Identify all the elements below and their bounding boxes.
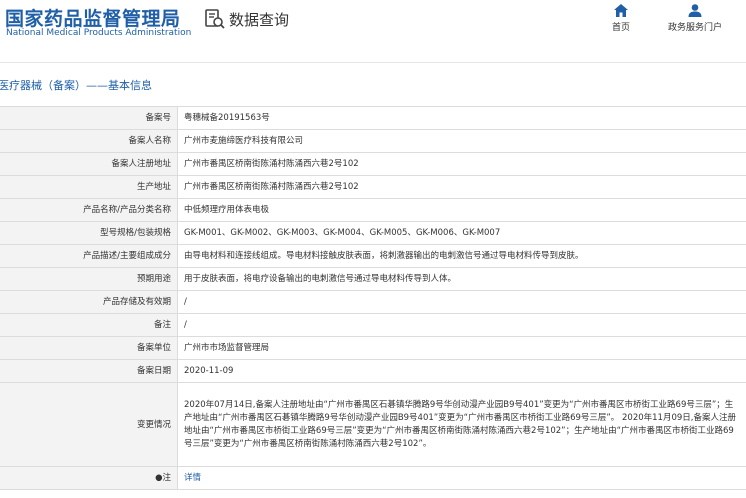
intended-use-value: 用于皮肤表面，将电疗设备输出的电刺激信号通过导电材料传导到人体。: [177, 267, 746, 291]
site-header: 国家药品监督管理局 National Medical Products Admi…: [0, 0, 746, 48]
row-label: 备案人注册地址: [0, 152, 178, 176]
breadcrumb: 医疗器械（备案）——基本信息: [0, 79, 152, 92]
section-title-group: 数据查询: [204, 8, 289, 30]
table-row: 备案人注册地址 广州市番禺区桥南街陈涌村陈涌西六巷2号102: [0, 152, 746, 176]
user-icon: [688, 4, 702, 17]
product-description-value: 由导电材料和连接线组成。导电材料接触皮肤表面，将刺激器输出的电刺激信号通过导电材…: [177, 244, 746, 268]
table-row: 型号规格/包装规格 GK-M001、GK-M002、GK-M003、GK-M00…: [0, 221, 746, 245]
data-query-icon: [205, 9, 225, 29]
table-row: 备注 /: [0, 313, 746, 337]
table-row: 备案号 粤穗械备20191563号: [0, 106, 746, 130]
details-link[interactable]: 详情: [184, 473, 201, 483]
production-address-value: 广州市番禺区桥南街陈涌村陈涌西六巷2号102: [177, 175, 746, 199]
row-label: ●注: [0, 466, 178, 490]
nav-home-label: 首页: [612, 23, 631, 33]
nav-service-portal[interactable]: 政务服务门户: [668, 4, 722, 33]
table-row: ●注 详情: [0, 466, 746, 490]
table-row: 产品名称/产品分类名称 中低频理疗用体表电极: [0, 198, 746, 222]
record-number-value: 粤穗械备20191563号: [177, 106, 746, 130]
table-row: 变更情况 2020年07月14日,备案人注册地址由“广州市番禺区石碁镇华腾路9号…: [0, 382, 746, 467]
nav-home[interactable]: 首页: [612, 4, 630, 33]
registrant-address-value: 广州市番禺区桥南街陈涌村陈涌西六巷2号102: [177, 152, 746, 176]
brand-name-en[interactable]: National Medical Products Administration: [6, 28, 191, 38]
filing-authority-value: 广州市市场监督管理局: [177, 336, 746, 360]
row-label: 备案日期: [0, 359, 178, 383]
table-row: 备案人名称 广州市麦施缔医疗科技有限公司: [0, 129, 746, 153]
table-row: 备案日期 2020-11-09: [0, 359, 746, 383]
storage-validity-value: /: [177, 290, 746, 314]
row-label: 产品描述/主要组成成分: [0, 244, 178, 268]
filing-date-value: 2020-11-09: [177, 359, 746, 383]
change-history-value: 2020年07月14日,备案人注册地址由“广州市番禺区石碁镇华腾路9号华创动漫产…: [177, 382, 746, 467]
table-row: 产品描述/主要组成成分 由导电材料和连接线组成。导电材料接触皮肤表面，将刺激器输…: [0, 244, 746, 268]
row-label: 产品存储及有效期: [0, 290, 178, 314]
table-row: 生产地址 广州市番禺区桥南街陈涌村陈涌西六巷2号102: [0, 175, 746, 199]
note-label: 注: [162, 473, 171, 483]
section-title: 数据查询: [229, 10, 290, 29]
row-label: 产品名称/产品分类名称: [0, 198, 178, 222]
home-icon: [614, 4, 628, 17]
remarks-value: /: [177, 313, 746, 337]
row-label: 备注: [0, 313, 178, 337]
table-row: 预期用途 用于皮肤表面，将电疗设备输出的电刺激信号通过导电材料传导到人体。: [0, 267, 746, 291]
brand-name-cn[interactable]: 国家药品监督管理局: [5, 4, 181, 31]
row-label: 生产地址: [0, 175, 178, 199]
details-cell: 详情: [177, 466, 746, 490]
breadcrumb-bar: 医疗器械（备案）——基本信息: [0, 62, 746, 107]
nav-portal-label: 政务服务门户: [668, 23, 723, 33]
row-label: 备案人名称: [0, 129, 178, 153]
row-label: 型号规格/包装规格: [0, 221, 178, 245]
registrant-name-value: 广州市麦施缔医疗科技有限公司: [177, 129, 746, 153]
table-row: 备案单位 广州市市场监督管理局: [0, 336, 746, 360]
row-label: 备案单位: [0, 336, 178, 360]
row-label: 变更情况: [0, 382, 178, 467]
model-spec-value: GK-M001、GK-M002、GK-M003、GK-M004、GK-M005、…: [177, 221, 746, 245]
row-label: 预期用途: [0, 267, 178, 291]
record-info-table: 备案号 粤穗械备20191563号 备案人名称 广州市麦施缔医疗科技有限公司 备…: [0, 106, 746, 490]
row-label: 备案号: [0, 106, 178, 130]
table-row: 产品存储及有效期 /: [0, 290, 746, 314]
product-name-value: 中低频理疗用体表电极: [177, 198, 746, 222]
